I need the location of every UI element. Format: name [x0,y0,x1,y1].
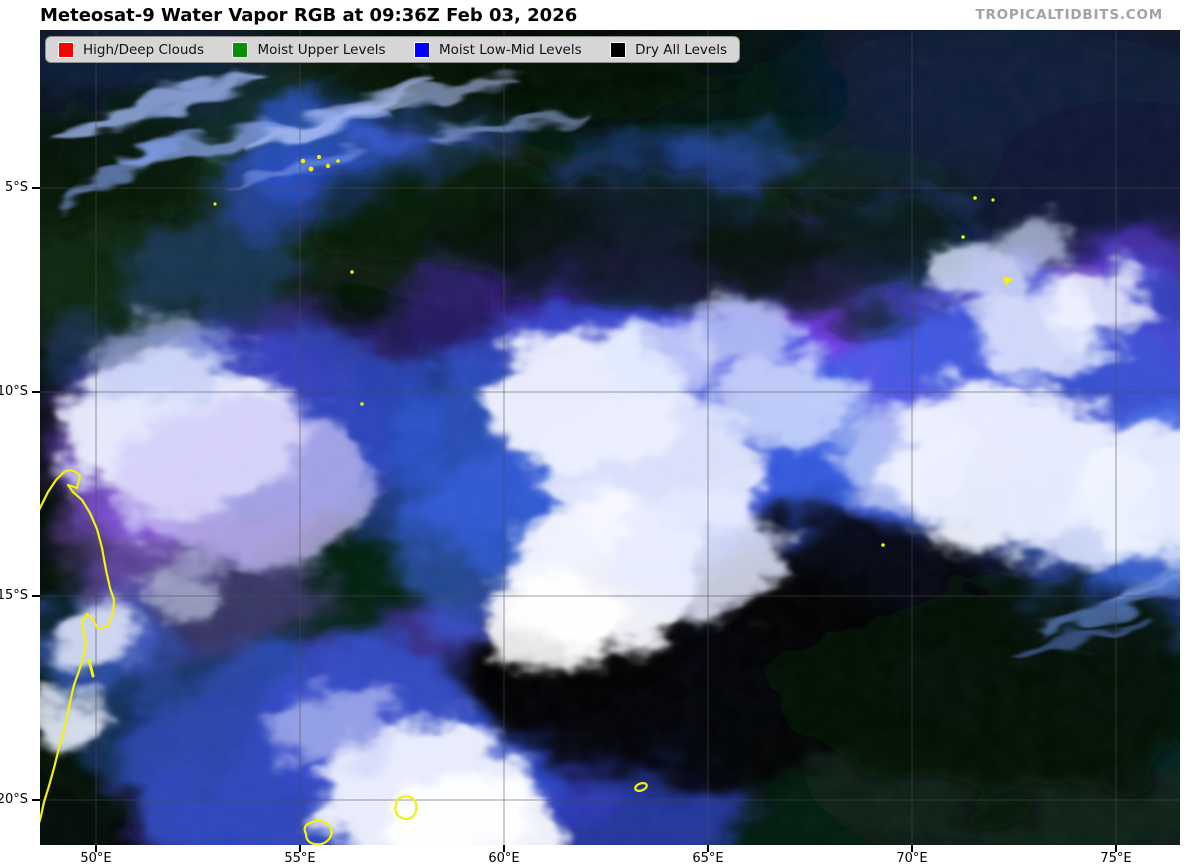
lon-tick-label: 50°E [66,852,126,866]
tick-mark [707,845,709,852]
satellite-map [40,30,1180,845]
tick-mark [32,595,40,597]
satellite-viewer-page: { "header": { "title": "Meteosat-9 Water… [0,0,1200,867]
lat-tick-15s: 15°S [0,587,40,605]
lon-tick-65e: 65°E [678,845,738,866]
lon-tick-label: 70°E [882,852,942,866]
lat-tick-label: 10°S [0,383,28,401]
legend-label: Moist Low-Mid Levels [439,42,582,58]
satellite-image [40,30,1180,845]
lon-tick-label: 65°E [678,852,738,866]
lon-tick-60e: 60°E [474,845,534,866]
tick-mark [32,187,40,189]
tick-mark [299,845,301,852]
lat-tick-label: 15°S [0,587,28,605]
lon-tick-label: 55°E [270,852,330,866]
legend-item-moist-low-mid-levels: Moist Low-Mid Levels [414,42,582,58]
lon-tick-75e: 75°E [1086,845,1146,866]
legend: High/Deep Clouds Moist Upper Levels Mois… [45,36,740,63]
tick-mark [32,799,40,801]
tick-mark [95,845,97,852]
legend-item-dry-all-levels: Dry All Levels [610,42,727,58]
legend-label: Moist Upper Levels [257,42,385,58]
legend-item-high-deep-clouds: High/Deep Clouds [58,42,204,58]
tick-mark [911,845,913,852]
legend-label: Dry All Levels [635,42,727,58]
tick-mark [32,391,40,393]
lat-tick-20s: 20°S [0,791,40,809]
lon-tick-70e: 70°E [882,845,942,866]
lat-tick-label: 20°S [0,791,28,809]
moist-low-mid-levels-swatch [414,42,430,58]
lat-tick-label: 5°S [5,179,28,197]
dry-all-levels-swatch [610,42,626,58]
high-deep-clouds-swatch [58,42,74,58]
lon-tick-55e: 55°E [270,845,330,866]
moist-upper-levels-swatch [232,42,248,58]
page-title: Meteosat-9 Water Vapor RGB at 09:36Z Feb… [40,5,577,26]
tick-mark [503,845,505,852]
lon-tick-50e: 50°E [66,845,126,866]
legend-label: High/Deep Clouds [83,42,204,58]
tick-mark [1115,845,1117,852]
lon-tick-label: 60°E [474,852,534,866]
lon-tick-label: 75°E [1086,852,1146,866]
site-watermark: TROPICALTIDBITS.COM [975,7,1163,23]
texture-grain [40,30,1180,845]
lat-tick-10s: 10°S [0,383,40,401]
legend-item-moist-upper-levels: Moist Upper Levels [232,42,385,58]
lat-tick-5s: 5°S [0,179,40,197]
